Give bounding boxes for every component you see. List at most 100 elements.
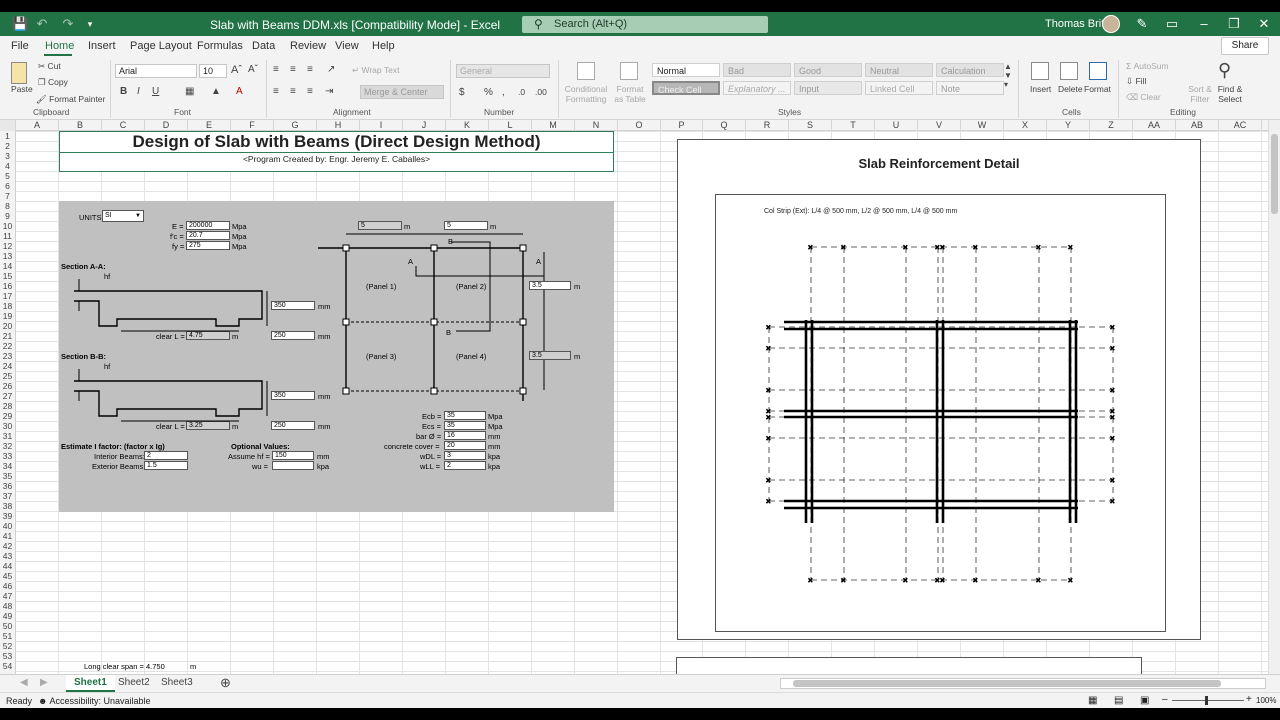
- delete-cells-icon[interactable]: [1060, 62, 1078, 80]
- row-header[interactable]: 5: [0, 171, 15, 181]
- customize-qat-icon[interactable]: ▾: [82, 16, 98, 32]
- row-header[interactable]: 22: [0, 341, 15, 351]
- e-input[interactable]: 200000: [186, 221, 230, 230]
- tab-home[interactable]: Home: [45, 40, 74, 52]
- decrease-font-icon[interactable]: Aˇ: [248, 64, 258, 75]
- column-header[interactable]: H: [317, 120, 360, 131]
- find-select-button[interactable]: Find & Select: [1214, 84, 1246, 104]
- column-header[interactable]: J: [403, 120, 446, 131]
- row-header[interactable]: 25: [0, 371, 15, 381]
- column-header[interactable]: P: [661, 120, 703, 131]
- comma-icon[interactable]: ,: [502, 87, 505, 98]
- copy-button[interactable]: ❐ Copy: [38, 77, 68, 88]
- row-header[interactable]: 44: [0, 561, 15, 571]
- row-header[interactable]: 33: [0, 451, 15, 461]
- column-header[interactable]: AB: [1176, 120, 1219, 131]
- merge-center-button[interactable]: Merge & Center: [360, 85, 444, 99]
- sheet-tab-3[interactable]: Sheet3: [153, 675, 201, 692]
- column-header[interactable]: O: [618, 120, 661, 131]
- sheet-title[interactable]: Design of Slab with Beams (Direct Design…: [60, 132, 613, 151]
- style-neutral[interactable]: Neutral: [865, 63, 933, 77]
- column-header[interactable]: M: [532, 120, 575, 131]
- delete-cells-button[interactable]: Delete: [1058, 84, 1083, 94]
- row-header[interactable]: 42: [0, 541, 15, 551]
- style-good[interactable]: Good: [794, 63, 862, 77]
- minimize-icon[interactable]: –: [1196, 16, 1212, 32]
- row-header[interactable]: 37: [0, 491, 15, 501]
- search-box[interactable]: ⚲ Search (Alt+Q): [522, 16, 768, 33]
- row-header[interactable]: 27: [0, 391, 15, 401]
- column-header[interactable]: K: [446, 120, 489, 131]
- row-header[interactable]: 39: [0, 511, 15, 521]
- row-header[interactable]: 16: [0, 281, 15, 291]
- font-name-select[interactable]: Arial: [115, 64, 197, 78]
- row-header[interactable]: 34: [0, 461, 15, 471]
- row-header[interactable]: 46: [0, 581, 15, 591]
- column-header[interactable]: Q: [703, 120, 746, 131]
- row-header[interactable]: 47: [0, 591, 15, 601]
- row-header[interactable]: 4: [0, 161, 15, 171]
- zoom-out-icon[interactable]: –: [1162, 694, 1168, 705]
- format-cells-icon[interactable]: [1089, 62, 1107, 80]
- style-calculation[interactable]: Calculation: [936, 63, 1004, 77]
- borders-icon[interactable]: ▦: [185, 86, 194, 97]
- sort-filter-button[interactable]: Sort & Filter: [1186, 84, 1214, 104]
- column-header[interactable]: D: [145, 120, 188, 131]
- select-all-corner[interactable]: [0, 120, 16, 131]
- normal-view-icon[interactable]: ▦: [1088, 695, 1097, 706]
- save-icon[interactable]: 💾: [12, 16, 28, 32]
- tab-file[interactable]: File: [11, 40, 29, 52]
- style-check-cell[interactable]: Check Cell: [652, 81, 720, 95]
- horizontal-scrollbar[interactable]: [780, 678, 1266, 689]
- cut-button[interactable]: ✂ Cut: [38, 61, 61, 72]
- font-size-select[interactable]: 10: [199, 64, 227, 78]
- percent-icon[interactable]: %: [484, 87, 493, 98]
- zoom-in-icon[interactable]: +: [1246, 694, 1252, 705]
- style-input[interactable]: Input: [794, 81, 862, 95]
- align-bottom-icon[interactable]: ≡: [307, 64, 313, 75]
- style-linked-cell[interactable]: Linked Cell: [865, 81, 933, 95]
- wdl-input[interactable]: 3: [444, 451, 486, 460]
- style-explanatory[interactable]: Explanatory ...: [723, 81, 791, 95]
- column-header[interactable]: G: [274, 120, 317, 131]
- wrap-text-button[interactable]: ↵ Wrap Text: [352, 65, 399, 76]
- fill-button[interactable]: ⇩ Fill: [1126, 76, 1146, 87]
- sheet-tab-2[interactable]: Sheet2: [110, 675, 158, 692]
- row-header[interactable]: 1: [0, 131, 15, 141]
- row-header[interactable]: 21: [0, 331, 15, 341]
- row-header[interactable]: 38: [0, 501, 15, 511]
- row-header[interactable]: 45: [0, 571, 15, 581]
- column-header[interactable]: V: [918, 120, 961, 131]
- row-header[interactable]: 26: [0, 381, 15, 391]
- pen-icon[interactable]: ✎: [1134, 16, 1150, 32]
- indent-icon[interactable]: ⇥: [325, 86, 333, 97]
- redo-icon[interactable]: ↷: [60, 16, 76, 32]
- row-header[interactable]: 15: [0, 271, 15, 281]
- fy-input[interactable]: 275: [186, 241, 230, 250]
- row-header[interactable]: 43: [0, 551, 15, 561]
- row-header[interactable]: 32: [0, 441, 15, 451]
- conditional-formatting-icon[interactable]: [577, 62, 595, 80]
- find-icon[interactable]: ⚲: [1218, 60, 1231, 81]
- increase-decimal-icon[interactable]: .0: [518, 87, 525, 97]
- accounting-icon[interactable]: $: [459, 87, 465, 98]
- format-as-table-button[interactable]: Format as Table: [612, 84, 648, 104]
- zoom-slider-thumb[interactable]: [1205, 696, 1208, 705]
- undo-icon[interactable]: ↶: [34, 16, 50, 32]
- column-header[interactable]: F: [231, 120, 274, 131]
- row-header[interactable]: 54: [0, 661, 15, 671]
- column-header[interactable]: I: [360, 120, 403, 131]
- column-header[interactable]: L: [489, 120, 532, 131]
- column-header[interactable]: U: [875, 120, 918, 131]
- insert-cells-button[interactable]: Insert: [1030, 84, 1051, 94]
- units-select[interactable]: SI ▼: [102, 210, 144, 222]
- worksheet-grid[interactable]: Design of Slab with Beams (Direct Design…: [16, 131, 1268, 674]
- share-button[interactable]: Share: [1221, 37, 1269, 55]
- tab-data[interactable]: Data: [252, 40, 275, 52]
- format-cells-button[interactable]: Format: [1084, 84, 1111, 94]
- column-header[interactable]: W: [961, 120, 1004, 131]
- column-header[interactable]: E: [188, 120, 231, 131]
- format-as-table-icon[interactable]: [620, 62, 638, 80]
- row-header[interactable]: 28: [0, 401, 15, 411]
- zoom-level[interactable]: 100%: [1256, 696, 1276, 705]
